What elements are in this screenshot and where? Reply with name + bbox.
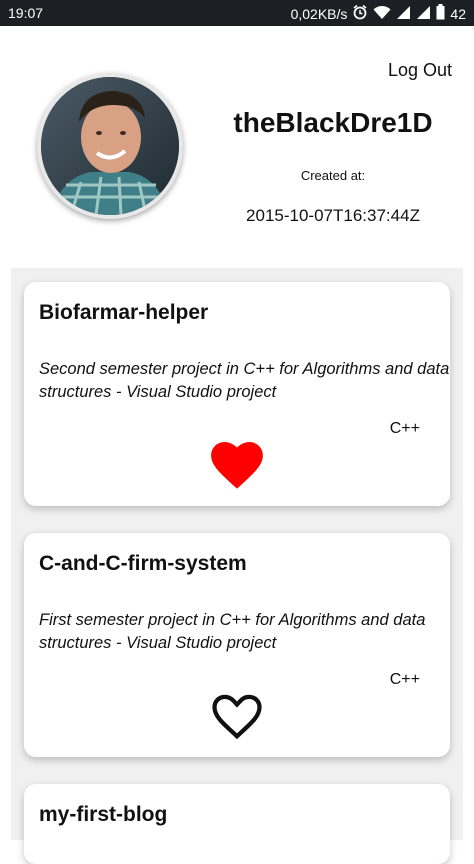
favorite-heart-outline-icon[interactable]: [210, 691, 264, 741]
repo-description: First semester project in C++ for Algori…: [39, 611, 426, 652]
repo-card[interactable]: my-first-blog: [24, 784, 450, 864]
repo-language: C++: [389, 420, 420, 437]
status-icons: 0,02KB/s 42: [291, 4, 466, 23]
battery-icon: [436, 4, 445, 23]
list-item[interactable]: Biofarmar-helper Second semester project…: [11, 268, 463, 519]
avatar: [37, 73, 183, 219]
favorite-heart-filled-icon[interactable]: [210, 440, 264, 490]
network-speed: 0,02KB/s: [290, 5, 348, 22]
repo-language: C++: [389, 671, 420, 688]
logout-button[interactable]: Log Out: [388, 60, 452, 81]
repo-title: C-and-C-firm-system: [39, 552, 247, 575]
created-at-value: 2015-10-07T16:37:44Z: [246, 206, 420, 225]
created-at-label: Created at:: [300, 168, 366, 183]
list-item[interactable]: C-and-C-firm-system First semester proje…: [11, 519, 463, 770]
list-item[interactable]: my-first-blog: [11, 770, 463, 864]
repo-card[interactable]: C-and-C-firm-system First semester proje…: [24, 533, 450, 757]
status-time: 19:07: [8, 5, 44, 21]
username: theBlackDre1D: [233, 107, 433, 138]
repo-title: my-first-blog: [39, 803, 168, 826]
signal-icon: [396, 5, 411, 23]
repo-description: Second semester project in C++ for Algor…: [39, 360, 450, 401]
signal-icon-2: [416, 5, 431, 23]
status-bar: 19:07 0,02KB/s 42: [0, 0, 474, 26]
repo-card[interactable]: Biofarmar-helper Second semester project…: [24, 282, 450, 506]
repo-title: Biofarmar-helper: [39, 301, 209, 324]
alarm-icon: [352, 4, 368, 23]
repo-list[interactable]: Biofarmar-helper Second semester project…: [11, 268, 463, 864]
battery-level: 42: [450, 5, 466, 22]
wifi-icon: [373, 5, 391, 23]
